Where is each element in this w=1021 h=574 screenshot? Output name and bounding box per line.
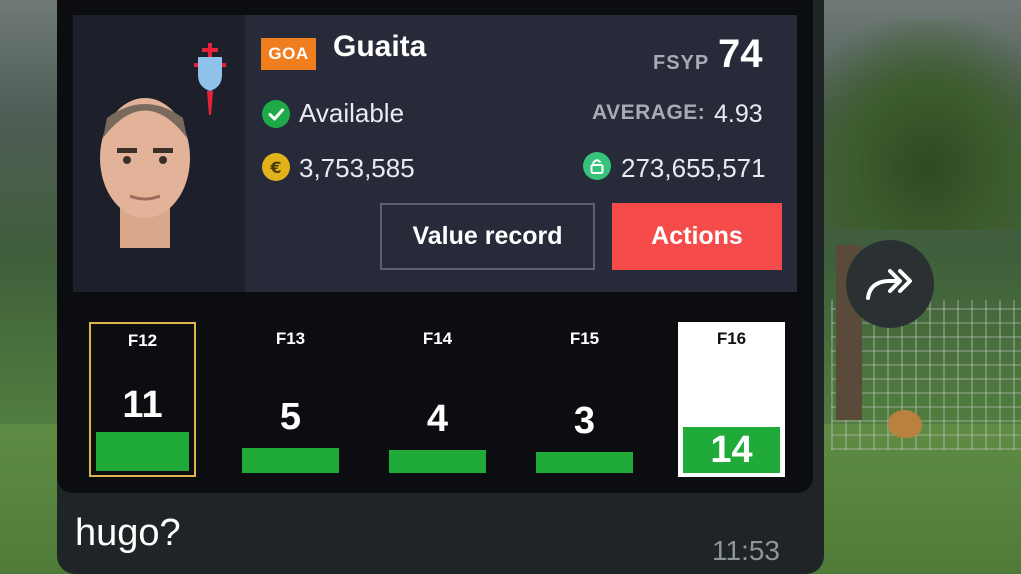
rating-value: 74 xyxy=(718,32,763,76)
gameweek-label: F16 xyxy=(716,329,747,348)
svg-text:€: € xyxy=(269,158,281,177)
points-bar xyxy=(96,432,189,471)
gameweek-f14[interactable]: F14 4 xyxy=(384,322,491,477)
check-circle-icon xyxy=(262,100,290,128)
lock-icon xyxy=(583,152,611,180)
gameweek-points: 3 xyxy=(573,400,596,442)
points-bar xyxy=(389,450,486,473)
player-photo xyxy=(100,98,190,248)
availability-status: Available xyxy=(299,98,405,128)
gameweek-points: 11 xyxy=(122,384,163,426)
average-value: 4.93 xyxy=(714,100,763,128)
gameweek-label: F13 xyxy=(275,329,306,348)
gameweek-points: 4 xyxy=(426,398,449,440)
points-bar xyxy=(242,448,339,473)
gameweek-label: F14 xyxy=(422,329,453,348)
gameweek-f15[interactable]: F15 3 xyxy=(531,322,638,477)
gameweek-points: 5 xyxy=(279,396,302,438)
forward-button[interactable] xyxy=(846,240,934,328)
market-value: 3,753,585 xyxy=(299,153,415,183)
gameweek-label: F15 xyxy=(569,329,600,348)
position-tag: GOA xyxy=(261,38,316,70)
gameweek-label: F12 xyxy=(127,331,158,350)
points-bar xyxy=(536,452,633,473)
gameweek-f12[interactable]: F12 11 xyxy=(89,322,196,477)
player-name: Guaita xyxy=(333,30,427,63)
clause-value: 273,655,571 xyxy=(621,153,766,183)
average-label: AVERAGE: xyxy=(592,101,706,124)
gameweek-f13[interactable]: F13 5 xyxy=(237,322,344,477)
actions-button[interactable]: Actions xyxy=(612,203,782,270)
forward-share-icon xyxy=(866,269,912,300)
value-record-button[interactable]: Value record xyxy=(380,203,595,270)
gameweek-f16[interactable]: F16 14 xyxy=(678,322,785,477)
message-time: 11:53 xyxy=(712,535,780,566)
club-crest-icon xyxy=(194,43,226,115)
background-hen xyxy=(888,410,922,438)
euro-coin-icon: € xyxy=(262,153,290,181)
rating-label: FSYP xyxy=(653,52,710,74)
gameweek-points: 14 xyxy=(710,429,753,471)
background-hill xyxy=(791,20,1021,230)
message-text: hugo? xyxy=(75,512,181,554)
